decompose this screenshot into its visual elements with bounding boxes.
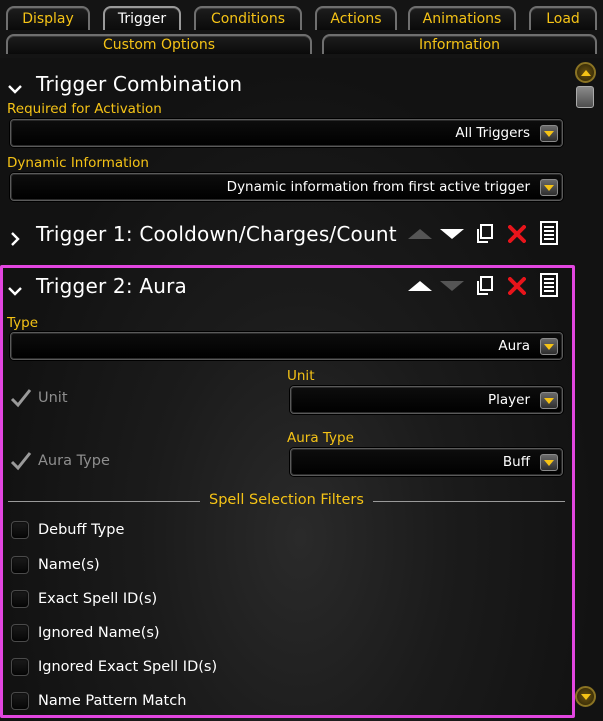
unit-checkbox-row[interactable]: Unit [10, 388, 68, 408]
tab-actions[interactable]: Actions [315, 6, 397, 30]
trigger1-header[interactable]: Trigger 1: Cooldown/Charges/Count [8, 222, 397, 246]
tab-animations[interactable]: Animations [408, 6, 516, 30]
required-activation-label: Required for Activation [7, 101, 162, 117]
aura-type-label: Aura Type [287, 430, 354, 446]
filters-divider-right [373, 501, 565, 502]
filter-exact-spell-ids[interactable]: Exact Spell ID(s) [11, 590, 157, 608]
filter-label: Name(s) [38, 557, 100, 573]
delete-icon[interactable] [505, 222, 529, 246]
filter-debuff-type[interactable]: Debuff Type [11, 521, 124, 539]
filter-label: Ignored Exact Spell ID(s) [38, 659, 218, 675]
section-title: Trigger Combination [36, 72, 243, 96]
dynamic-information-label: Dynamic Information [7, 155, 149, 171]
checkbox[interactable] [11, 521, 29, 539]
unit-label: Unit [287, 368, 315, 384]
document-icon[interactable] [537, 221, 561, 245]
checkbox[interactable] [11, 624, 29, 642]
tab-conditions[interactable]: Conditions [194, 6, 302, 30]
checkmark-icon [10, 389, 32, 408]
dropdown-value: Aura [498, 338, 530, 354]
unit-checkbox-label: Unit [38, 390, 68, 406]
type-label: Type [7, 315, 39, 331]
filter-label: Exact Spell ID(s) [38, 591, 158, 607]
chevron-right-icon [8, 227, 22, 246]
type-dropdown[interactable]: Aura [10, 332, 563, 360]
chevron-down-icon [8, 77, 22, 94]
tab-display[interactable]: Display [6, 6, 90, 30]
tab-information[interactable]: Information [322, 34, 597, 54]
checkbox[interactable] [11, 658, 29, 676]
dropdown-arrow-icon[interactable] [540, 179, 558, 196]
scroll-up-icon[interactable] [575, 62, 596, 83]
move-up-icon [408, 222, 432, 246]
trigger-combination-header[interactable]: Trigger Combination [8, 72, 242, 96]
trigger2-header[interactable]: Trigger 2: Aura [8, 274, 187, 298]
filter-names[interactable]: Name(s) [11, 556, 100, 574]
checkbox[interactable] [11, 590, 29, 608]
filter-label: Debuff Type [38, 522, 125, 538]
document-icon[interactable] [537, 273, 561, 297]
unit-dropdown[interactable]: Player [290, 386, 563, 414]
aura-type-checkbox-label: Aura Type [38, 453, 110, 469]
checkbox[interactable] [11, 556, 29, 574]
dropdown-arrow-icon[interactable] [540, 125, 558, 142]
dropdown-value: All Triggers [455, 125, 530, 141]
checkbox[interactable] [11, 692, 29, 710]
filter-name-pattern-match[interactable]: Name Pattern Match [11, 692, 186, 710]
dropdown-arrow-icon[interactable] [540, 338, 558, 355]
tab-load[interactable]: Load [529, 6, 597, 30]
section-title: Trigger 1: Cooldown/Charges/Count [36, 222, 397, 246]
aura-type-dropdown[interactable]: Buff [290, 448, 563, 476]
move-down-icon[interactable] [440, 222, 464, 246]
required-activation-dropdown[interactable]: All Triggers [10, 119, 563, 147]
move-down-icon [440, 274, 464, 298]
scroll-thumb[interactable] [576, 86, 594, 108]
filter-ignored-names[interactable]: Ignored Name(s) [11, 624, 160, 642]
move-up-icon[interactable] [408, 274, 432, 298]
dropdown-arrow-icon[interactable] [540, 392, 558, 409]
aura-type-checkbox-row[interactable]: Aura Type [10, 451, 110, 471]
chevron-down-icon [8, 279, 22, 296]
tab-custom-options[interactable]: Custom Options [6, 34, 312, 54]
duplicate-icon[interactable] [473, 222, 497, 246]
dropdown-value: Dynamic information from first active tr… [226, 179, 530, 195]
dropdown-arrow-icon[interactable] [540, 454, 558, 471]
filter-label: Name Pattern Match [38, 693, 187, 709]
tab-trigger[interactable]: Trigger [103, 6, 181, 30]
dropdown-value: Buff [502, 454, 530, 470]
dynamic-information-dropdown[interactable]: Dynamic information from first active tr… [10, 173, 563, 201]
filter-label: Ignored Name(s) [38, 625, 160, 641]
delete-icon[interactable] [505, 274, 529, 298]
filter-ignored-exact-spell-ids[interactable]: Ignored Exact Spell ID(s) [11, 658, 217, 676]
filters-heading: Spell Selection Filters [209, 492, 364, 508]
checkmark-icon [10, 452, 32, 471]
scroll-down-icon[interactable] [575, 686, 596, 707]
filters-divider-left [8, 501, 200, 502]
duplicate-icon[interactable] [473, 274, 497, 298]
section-title: Trigger 2: Aura [36, 274, 187, 298]
dropdown-value: Player [487, 392, 530, 408]
scrollbar[interactable] [574, 62, 598, 718]
